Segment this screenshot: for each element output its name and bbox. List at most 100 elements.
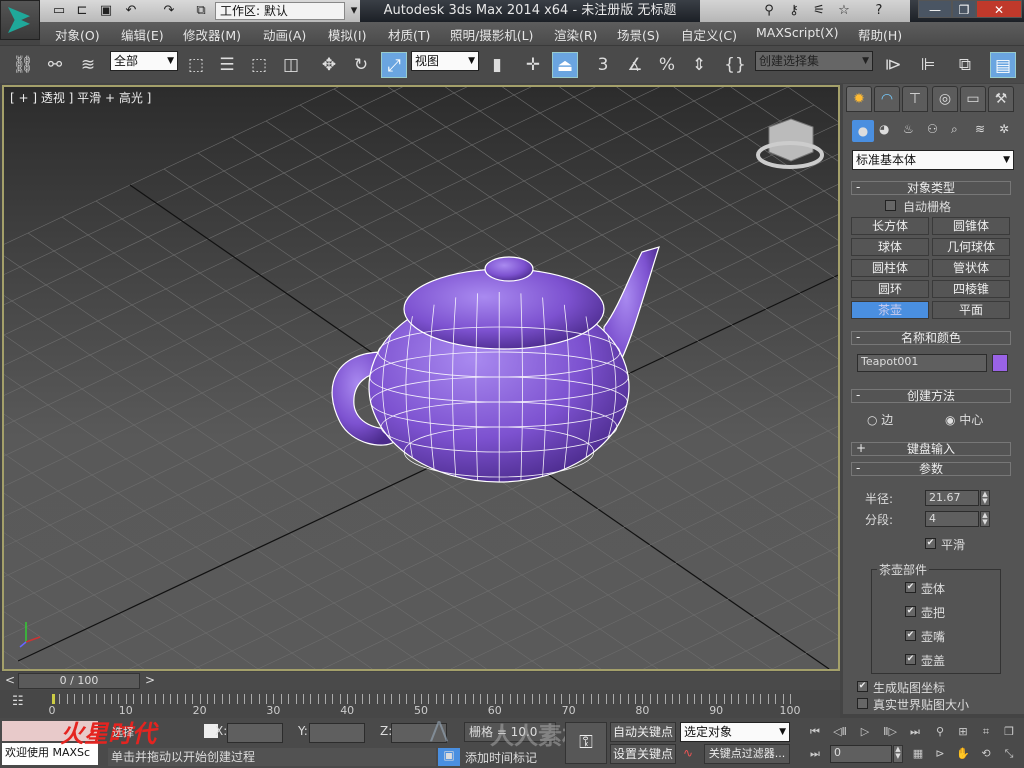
hierarchy-tab-icon[interactable]: ⊤ (902, 86, 928, 112)
next-key-icon[interactable]: Ⅱ▷ (880, 723, 900, 741)
teapot-part-checkbox[interactable]: ✔ (905, 654, 916, 665)
segments-input[interactable]: 4 (925, 511, 979, 527)
redo-icon[interactable]: ↷ (160, 3, 178, 19)
app-logo-button[interactable] (0, 0, 40, 40)
object-type-button[interactable]: 圆锥体 (932, 217, 1010, 235)
lights-icon[interactable]: ♨ (903, 122, 914, 136)
selection-filter-dropdown[interactable]: 全部 (110, 51, 178, 71)
motion-tab-icon[interactable]: ◎ (932, 86, 958, 112)
spinner-snap-icon[interactable]: ⇕ (686, 52, 712, 78)
menu-lighting-camera[interactable]: 照明/摄影机(L) (450, 25, 533, 44)
gen-mapping-checkbox[interactable]: ✔ (857, 681, 868, 692)
menu-scene[interactable]: 场景(S) (617, 25, 660, 44)
rotate-icon[interactable]: ↻ (348, 52, 374, 78)
object-type-button[interactable]: 平面 (932, 301, 1010, 319)
minimize-button[interactable]: — (918, 0, 952, 18)
menu-edit[interactable]: 编辑(E) (121, 25, 164, 44)
maximize-viewport-icon[interactable]: ⤡ (999, 745, 1019, 763)
manipulate-icon[interactable]: ✛ (520, 52, 546, 78)
menu-help[interactable]: 帮助(H) (858, 25, 902, 44)
utilities-tab-icon[interactable]: ⚒ (988, 86, 1014, 112)
orbit-icon[interactable]: ⟲ (976, 745, 996, 763)
help-icon[interactable]: ? (870, 3, 888, 19)
bind-spacewarp-icon[interactable]: ≋ (75, 52, 101, 78)
zoom-all-icon[interactable]: ⊞ (953, 723, 973, 741)
category-dropdown[interactable]: 标准基本体 (852, 150, 1014, 170)
object-type-button[interactable]: 圆环 (851, 280, 929, 298)
segments-spinner[interactable]: ▲ ▼ (980, 511, 990, 527)
favorites-star-icon[interactable]: ☆ (835, 3, 853, 19)
radius-spinner[interactable]: ▲ ▼ (980, 490, 990, 506)
display-tab-icon[interactable]: ▭ (960, 86, 986, 112)
y-coordinate-input[interactable] (309, 723, 365, 743)
object-type-button[interactable]: 几何球体 (932, 238, 1010, 256)
layer-manager-icon[interactable]: ⧉ (952, 52, 978, 78)
satellite-icon[interactable]: ⚟ (810, 3, 828, 19)
scale-icon[interactable]: ⤢ (381, 52, 407, 78)
curve-editor-icon[interactable]: ☷ (12, 694, 24, 709)
rectangular-selection-icon[interactable]: ⬚ (246, 52, 272, 78)
time-tag-icon[interactable]: ▣ (438, 748, 460, 766)
field-of-view-icon[interactable]: ⊳ (930, 745, 950, 763)
project-folder-icon[interactable]: ⧉ (192, 3, 210, 19)
menu-maxscript[interactable]: MAXScript(X) (756, 25, 838, 40)
mirror-icon[interactable]: ⧐ (880, 52, 906, 78)
object-name-input[interactable]: Teapot001 (857, 354, 987, 372)
workspace-dropdown[interactable]: 工作区: 默认 (215, 2, 345, 20)
next-frame-button[interactable]: > (142, 673, 158, 689)
select-object-icon[interactable]: ⬚ (183, 52, 209, 78)
scene-explorer-icon[interactable]: ▤ (990, 52, 1016, 78)
close-button[interactable]: ✕ (976, 0, 1022, 18)
object-type-button[interactable]: 管状体 (932, 259, 1010, 277)
rollout-name-color[interactable]: - 名称和颜色 (851, 331, 1011, 345)
window-crossing-icon[interactable]: ◫ (278, 52, 304, 78)
object-type-button[interactable]: 球体 (851, 238, 929, 256)
reference-coordinate-dropdown[interactable]: 视图 (411, 51, 479, 71)
helpers-icon[interactable]: ⌕ (951, 122, 958, 137)
zoom-extents-all-icon[interactable]: ❒ (999, 723, 1019, 741)
shapes-icon[interactable]: ◕ (879, 122, 889, 136)
set-key-button[interactable]: 设置关键点 (610, 744, 676, 764)
time-slider-thumb[interactable]: 0 / 100 (18, 673, 140, 689)
link-icon[interactable]: ⛓ (10, 52, 36, 78)
autogrid-checkbox[interactable] (885, 200, 896, 211)
create-tab-icon[interactable]: ✹ (846, 86, 872, 112)
teapot-part-checkbox[interactable]: ✔ (905, 582, 916, 593)
rollout-creation-method[interactable]: - 创建方法 (851, 389, 1011, 403)
radio-edge[interactable]: ○ 边 (867, 411, 893, 428)
radio-center[interactable]: ◉ 中心 (945, 411, 983, 428)
rollout-keyboard-entry[interactable]: + 键盘输入 (851, 442, 1011, 456)
object-type-button[interactable]: 四棱锥 (932, 280, 1010, 298)
key-mode-dropdown[interactable]: 选定对象 (680, 722, 790, 742)
radius-input[interactable]: 21.67 (925, 490, 979, 506)
object-color-swatch[interactable] (992, 354, 1008, 372)
percent-snap-icon[interactable]: % (654, 52, 680, 78)
maximize-button[interactable]: ❐ (952, 0, 976, 18)
real-world-checkbox[interactable] (857, 698, 868, 709)
menu-material[interactable]: 材质(T) (388, 25, 430, 44)
modify-tab-icon[interactable]: ◠ (874, 86, 900, 112)
menu-simulation[interactable]: 模拟(I) (328, 25, 366, 44)
add-time-tag[interactable]: 添加时间标记 (465, 749, 537, 766)
keyboard-shortcut-override-icon[interactable]: ⏏ (552, 52, 578, 78)
go-to-end-icon[interactable]: ⏭ (905, 723, 925, 741)
play-icon[interactable]: ▷ (855, 723, 875, 741)
angle-snap-icon[interactable]: ∡ (622, 52, 648, 78)
geometry-icon[interactable]: ● (852, 120, 874, 142)
go-to-start-icon[interactable]: ⏮ (805, 723, 825, 741)
edit-named-selection-icon[interactable]: {} (722, 52, 748, 78)
unlink-icon[interactable]: ⚯ (42, 52, 68, 78)
pivot-center-icon[interactable]: ▮ (484, 52, 510, 78)
menu-render[interactable]: 渲染(R) (554, 25, 597, 44)
set-key-icon[interactable]: ⚿ (565, 722, 607, 764)
move-icon[interactable]: ✥ (316, 52, 342, 78)
key-mode-toggle-icon[interactable]: ⏭ (805, 745, 825, 763)
teapot-part-checkbox[interactable]: ✔ (905, 630, 916, 641)
auto-key-button[interactable]: 自动关键点 (610, 722, 676, 742)
object-type-button[interactable]: 圆柱体 (851, 259, 929, 277)
prev-frame-button[interactable]: < (2, 673, 18, 689)
teapot-part-checkbox[interactable]: ✔ (905, 606, 916, 617)
time-slider[interactable]: < 0 / 100 > (0, 672, 840, 690)
key-filters-button[interactable]: 关键点过滤器... (704, 744, 790, 764)
time-configuration-icon[interactable]: ▦ (908, 745, 928, 763)
